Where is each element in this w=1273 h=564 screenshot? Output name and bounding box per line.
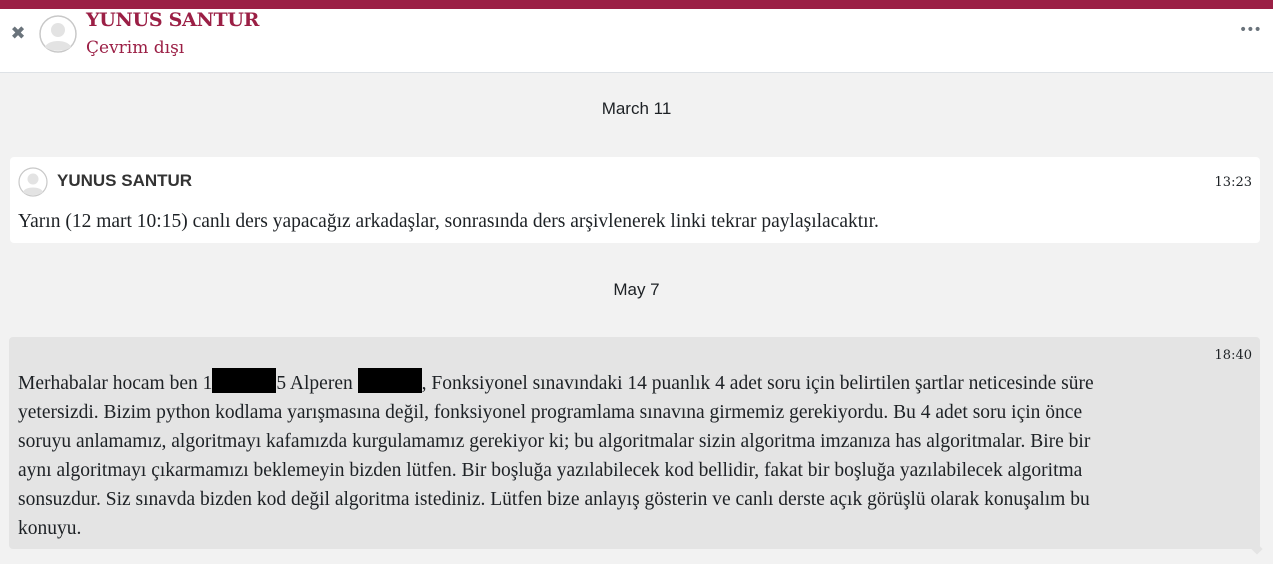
message-line: Merhabalar hocam ben 1 5 Alperen , Fonksi…: [18, 368, 1228, 398]
date-separator: March 11: [601, 99, 672, 118]
message-time: 18:40: [1214, 348, 1252, 363]
contact-status: Çevrim dışı: [86, 38, 185, 58]
user-placeholder-icon: [18, 167, 48, 197]
message-line: soruyu anlamamız, algoritmayı kafamızda …: [18, 431, 1091, 452]
bubble-tail: [1251, 543, 1263, 555]
message-fragment: Merhabalar hocam ben 1: [18, 373, 213, 394]
more-horizontal-icon[interactable]: •••: [1239, 23, 1262, 39]
conversation-header: ✖ YUNUS SANTUR Çevrim dışı •••: [0, 9, 1273, 73]
message-received: YUNUS SANTUR 13:23 Yarın (12 mart 10:15)…: [10, 157, 1260, 243]
message-fragment: , Fonksiyonel sınavındaki 14 puanlık 4 a…: [421, 373, 1094, 394]
date-separator: May 7: [613, 280, 660, 299]
message-text: Yarın (12 mart 10:15) canlı ders yapacağ…: [18, 211, 879, 232]
message-line: sonsuzdur. Siz sınavda bizden kod değil …: [18, 489, 1090, 510]
sender-avatar: [18, 167, 48, 197]
message-line: yetersizdi. Bizim python kodlama yarışma…: [18, 402, 1083, 423]
top-accent-bar: [0, 0, 1273, 9]
close-icon[interactable]: ✖: [9, 25, 27, 43]
contact-name[interactable]: YUNUS SANTUR: [86, 9, 259, 31]
message-text: Merhabalar hocam ben 1 5 Alperen , Fonksi…: [18, 368, 1228, 543]
message-sender: YUNUS SANTUR: [57, 171, 193, 190]
message-sent: 18:40 Merhabalar hocam ben 1 5 Alperen , …: [9, 337, 1263, 555]
user-placeholder-icon: [39, 15, 77, 53]
message-fragment: 5 Alperen: [276, 373, 358, 394]
message-line: aynı algoritmayı çıkarmamızı beklemeyin …: [18, 460, 1083, 481]
message-time: 13:23: [1214, 175, 1252, 190]
message-line: konuyu.: [18, 518, 82, 539]
redaction-block: [212, 368, 277, 393]
message-area[interactable]: March 11 YUNUS SANTUR 13:23 Yarın (12 ma…: [0, 73, 1273, 564]
avatar: [39, 15, 77, 53]
redaction-block: [357, 368, 422, 393]
